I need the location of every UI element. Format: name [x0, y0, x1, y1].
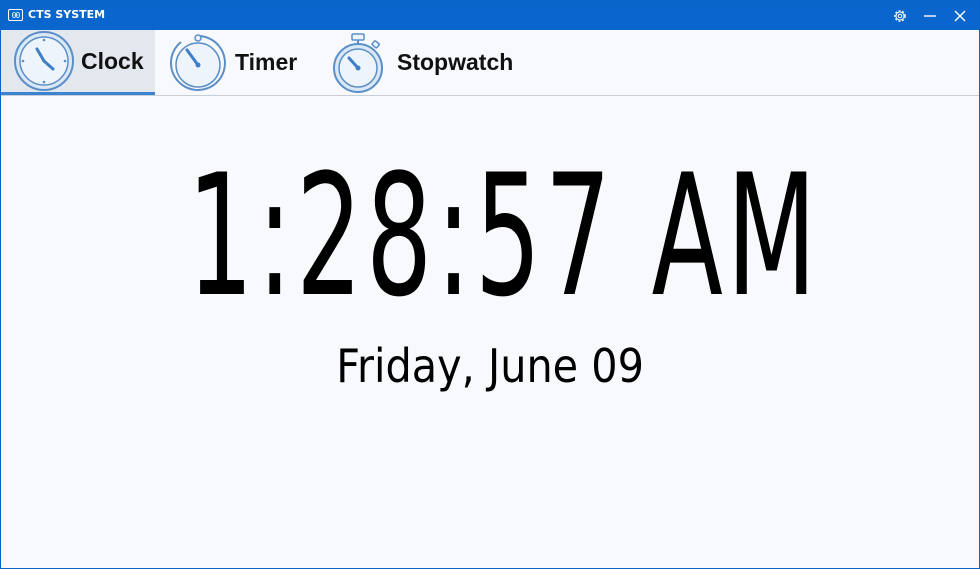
timer-icon [170, 33, 226, 91]
settings-button[interactable] [885, 1, 915, 30]
window-title: CTS SYSTEM [28, 8, 106, 21]
tab-stopwatch-label: Stopwatch [397, 49, 514, 75]
close-button[interactable] [945, 1, 975, 30]
close-icon [954, 10, 966, 21]
clock-time: 1:28:57 AM [187, 138, 821, 334]
minimize-button[interactable] [915, 1, 945, 30]
app-window: 00 CTS SYSTEM Clock Timer Stopwatch 1:28… [0, 0, 980, 569]
tab-timer-label: Timer [235, 49, 298, 75]
tab-timer[interactable]: Timer [167, 30, 315, 95]
app-logo-icon: 00 [8, 9, 23, 21]
clock-date: Friday, June 09 [336, 339, 644, 393]
minimize-icon [924, 14, 936, 17]
gear-icon [894, 9, 906, 22]
tab-clock-label: Clock [81, 47, 144, 74]
stopwatch-icon [333, 32, 383, 93]
title-bar[interactable]: 00 CTS SYSTEM [1, 1, 979, 30]
tab-stopwatch[interactable]: Stopwatch [329, 30, 529, 95]
tab-clock[interactable]: Clock [1, 30, 155, 95]
tab-bar: Clock Timer Stopwatch [1, 30, 979, 96]
clock-icon [14, 31, 74, 91]
